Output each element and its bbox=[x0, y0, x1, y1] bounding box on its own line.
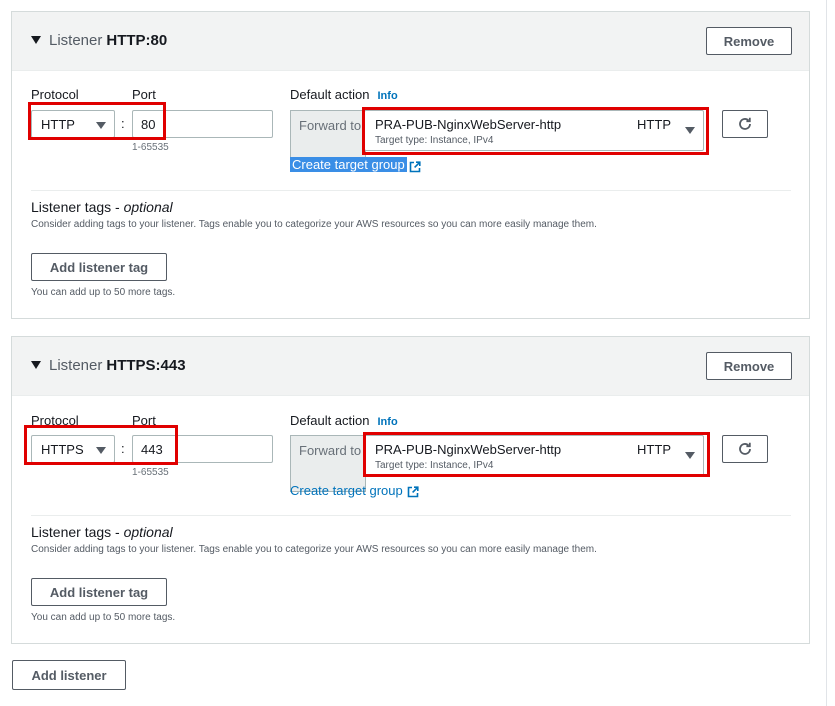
create-target-group-link[interactable]: Create target group bbox=[290, 483, 403, 498]
listener-tags-title-text: Listener tags - bbox=[31, 199, 120, 215]
add-listener-tag-button[interactable]: Add listener tag bbox=[31, 253, 167, 281]
default-action-text: Default action bbox=[290, 413, 370, 428]
listener-card-https: Listener HTTPS:443 Remove Protocol Port H… bbox=[11, 336, 810, 644]
listener-title-label: Listener bbox=[49, 32, 103, 49]
protocol-label: Protocol bbox=[31, 413, 79, 428]
tags-limit-hint: You can add up to 50 more tags. bbox=[31, 612, 176, 623]
listener-title: Listener HTTPS:443 bbox=[49, 357, 186, 374]
port-label: Port bbox=[132, 413, 156, 428]
section-divider bbox=[31, 190, 791, 191]
port-input[interactable]: 80 bbox=[132, 110, 273, 138]
default-action-label: Default action Info bbox=[290, 413, 398, 428]
protocol-select[interactable]: HTTP bbox=[31, 110, 115, 138]
port-range-hint: 1-65535 bbox=[132, 467, 169, 478]
add-listener-tag-button[interactable]: Add listener tag bbox=[31, 578, 167, 606]
target-group-select[interactable]: PRA-PUB-NginxWebServer-http Target type:… bbox=[364, 435, 704, 476]
caret-down-icon[interactable] bbox=[31, 36, 41, 44]
caret-down-icon[interactable] bbox=[31, 361, 41, 369]
listener-tags-description: Consider adding tags to your listener. T… bbox=[31, 544, 597, 555]
info-link[interactable]: Info bbox=[378, 416, 398, 428]
default-action-label: Default action Info bbox=[290, 87, 398, 102]
port-range-hint: 1-65535 bbox=[132, 142, 169, 153]
listener-tags-title-text: Listener tags - bbox=[31, 524, 120, 540]
triangle-down-icon bbox=[685, 452, 695, 459]
external-link-icon bbox=[409, 161, 421, 173]
forward-to-text: Forward to bbox=[299, 118, 362, 133]
external-link-icon bbox=[407, 486, 419, 498]
page-right-border bbox=[826, 0, 827, 706]
protocol-port-separator: : bbox=[121, 116, 125, 131]
protocol-select-value: HTTPS bbox=[41, 442, 84, 457]
remove-button[interactable]: Remove bbox=[706, 352, 792, 380]
section-divider bbox=[31, 515, 791, 516]
target-group-select[interactable]: PRA-PUB-NginxWebServer-http Target type:… bbox=[364, 110, 704, 151]
triangle-down-icon bbox=[685, 127, 695, 134]
listener-title-value: HTTPS:443 bbox=[106, 357, 186, 374]
listener-card-http: Listener HTTP:80 Remove Protocol Port HTT… bbox=[11, 11, 810, 319]
forward-to-text: Forward to bbox=[299, 443, 362, 458]
port-label: Port bbox=[132, 87, 156, 102]
listener-tags-title: Listener tags - optional bbox=[31, 199, 173, 215]
refresh-icon bbox=[739, 117, 751, 130]
target-group-meta: Target type: Instance, IPv4 bbox=[375, 460, 494, 471]
triangle-down-icon bbox=[96, 447, 106, 454]
listener-title-label: Listener bbox=[49, 357, 103, 374]
target-group-name: PRA-PUB-NginxWebServer-http bbox=[375, 117, 562, 132]
listener-header[interactable]: Listener HTTPS:443 bbox=[12, 337, 809, 396]
refresh-icon bbox=[739, 442, 751, 455]
port-input-value: 443 bbox=[141, 442, 163, 457]
listener-title: Listener HTTP:80 bbox=[49, 32, 167, 49]
listener-tags-description: Consider adding tags to your listener. T… bbox=[31, 219, 597, 230]
tags-limit-hint: You can add up to 50 more tags. bbox=[31, 287, 176, 298]
target-group-name: PRA-PUB-NginxWebServer-http bbox=[375, 442, 562, 457]
add-listener-button[interactable]: Add listener bbox=[12, 660, 126, 690]
target-group-protocol: HTTP bbox=[637, 442, 671, 457]
info-link[interactable]: Info bbox=[378, 90, 398, 102]
protocol-port-separator: : bbox=[121, 441, 125, 456]
listener-tags-optional: optional bbox=[123, 199, 173, 215]
protocol-select[interactable]: HTTPS bbox=[31, 435, 115, 463]
refresh-button[interactable] bbox=[722, 110, 768, 138]
port-input-value: 80 bbox=[141, 117, 156, 132]
protocol-select-value: HTTP bbox=[41, 117, 75, 132]
listener-tags-optional: optional bbox=[123, 524, 173, 540]
listener-tags-title: Listener tags - optional bbox=[31, 524, 173, 540]
create-target-group-text: Create target group bbox=[290, 483, 403, 498]
refresh-button[interactable] bbox=[722, 435, 768, 463]
port-input[interactable]: 443 bbox=[132, 435, 273, 463]
create-target-group-link[interactable]: Create target group bbox=[290, 157, 407, 172]
triangle-down-icon bbox=[96, 122, 106, 129]
default-action-text: Default action bbox=[290, 87, 370, 102]
listener-title-value: HTTP:80 bbox=[106, 32, 168, 49]
create-target-group-text: Create target group bbox=[292, 157, 405, 172]
remove-button[interactable]: Remove bbox=[706, 27, 792, 55]
listener-header[interactable]: Listener HTTP:80 bbox=[12, 12, 809, 71]
protocol-label: Protocol bbox=[31, 87, 79, 102]
target-group-protocol: HTTP bbox=[637, 117, 671, 132]
target-group-meta: Target type: Instance, IPv4 bbox=[375, 135, 494, 146]
